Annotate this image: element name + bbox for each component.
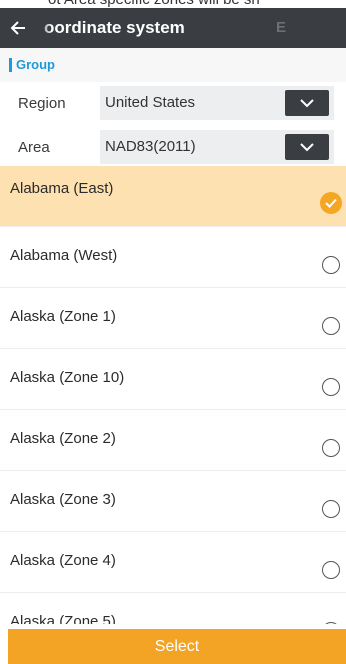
zone-label: Alaska (Zone 4) [10,552,116,569]
radio-empty-icon[interactable] [322,439,340,457]
top-hint-strip: ot Area specific zones will be sh [0,0,346,8]
title-fade [34,8,52,48]
list-item[interactable]: Alaska (Zone 4) [0,532,346,593]
list-item[interactable]: Alaska (Zone 3) [0,471,346,532]
radio-empty-icon[interactable] [322,256,340,274]
app-window: ot Area specific zones will be sh oordin… [0,0,346,664]
region-dropdown-button[interactable] [285,90,329,116]
arrow-left-icon [10,21,25,35]
back-button[interactable] [0,8,34,48]
zone-label: Alabama (East) [10,180,114,197]
group-accent-bar [9,58,12,72]
top-hint-text: ot Area specific zones will be sh [48,0,260,8]
area-value: NAD83(2011) [105,138,196,155]
area-label: Area [18,139,50,156]
list-item[interactable]: Alaska (Zone 10) [0,349,346,410]
list-item[interactable]: Alaska (Zone 2) [0,410,346,471]
radio-empty-icon[interactable] [322,622,340,624]
check-circle-icon[interactable] [320,192,342,214]
list-item[interactable]: Alabama (East) [0,166,346,227]
area-select[interactable]: NAD83(2011) [100,130,334,164]
radio-empty-icon[interactable] [322,378,340,396]
radio-empty-icon[interactable] [322,317,340,335]
zone-label: Alaska (Zone 5) [10,613,116,624]
list-item[interactable]: Alabama (West) [0,227,346,288]
area-dropdown-button[interactable] [285,134,329,160]
toolbar-right-label[interactable]: E [276,19,286,36]
zone-label: Alaska (Zone 1) [10,308,116,325]
group-label: Group [16,57,55,72]
chevron-down-icon [300,143,314,152]
toolbar: oordinate system E [0,8,346,48]
zone-label: Alaska (Zone 10) [10,369,125,386]
radio-empty-icon[interactable] [322,561,340,579]
select-button[interactable]: Select [8,629,346,664]
region-select[interactable]: United States [100,86,334,120]
region-label: Region [18,95,66,112]
zone-label: Alabama (West) [10,247,118,264]
list-item[interactable]: Alaska (Zone 5) [0,593,346,624]
radio-empty-icon[interactable] [322,500,340,518]
zone-list[interactable]: Alabama (East) Alabama (West) Alaska (Zo… [0,166,346,624]
region-row: Region United States [0,82,346,127]
select-button-label: Select [154,638,200,655]
group-header: Group [0,48,346,84]
list-item[interactable]: Alaska (Zone 1) [0,288,346,349]
page-title: oordinate system [44,18,185,37]
zone-label: Alaska (Zone 2) [10,430,116,447]
region-value: United States [105,94,196,111]
zone-label: Alaska (Zone 3) [10,491,116,508]
chevron-down-icon [300,99,314,108]
area-row: Area NAD83(2011) [0,126,346,170]
